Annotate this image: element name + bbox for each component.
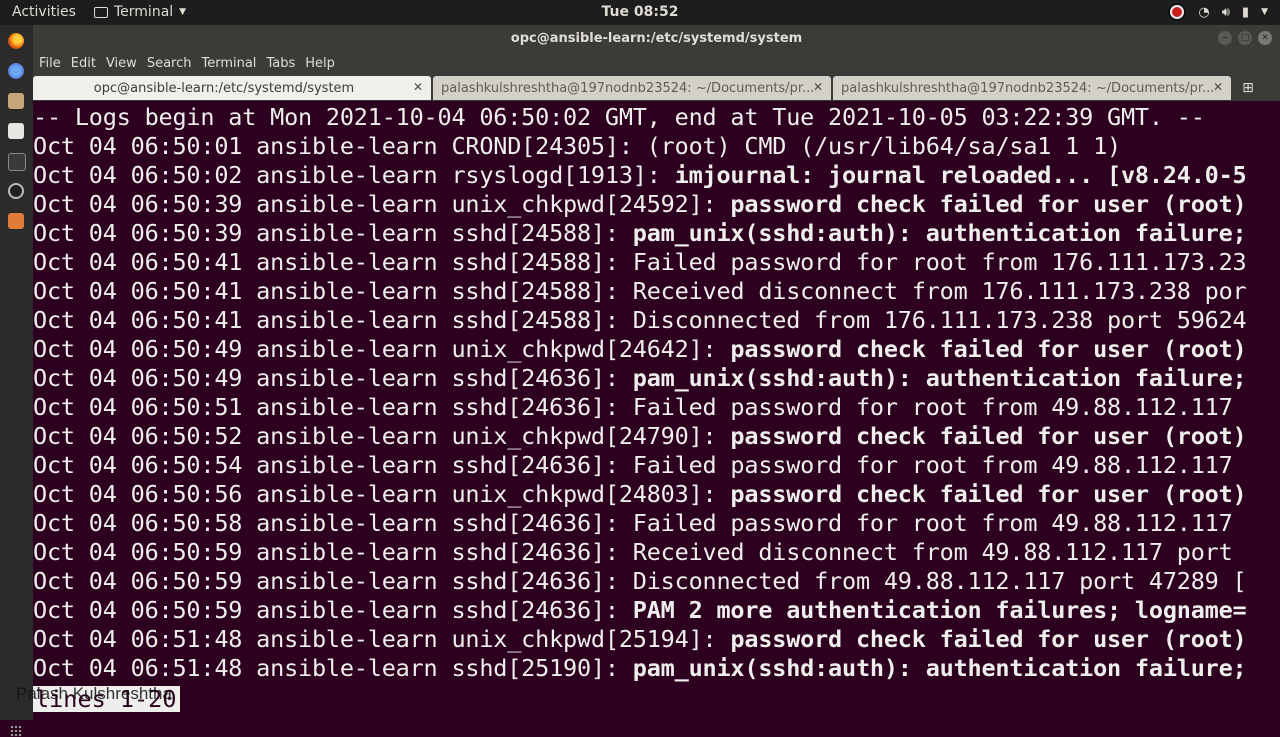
- menu-edit[interactable]: Edit: [71, 56, 96, 71]
- app-menu-label: Terminal: [114, 4, 174, 20]
- wifi-icon: ◔: [1198, 4, 1210, 20]
- tab-label: palashkulshreshtha@197nodnb23524: ~/Docu…: [841, 81, 1215, 96]
- log-line: -- Logs begin at Mon 2021-10-04 06:50:02…: [33, 103, 1205, 131]
- log-line: Oct 04 06:51:48 ansible-learn unix_chkpw…: [33, 625, 1247, 653]
- image-viewer-icon[interactable]: [8, 213, 24, 229]
- log-line: Oct 04 06:50:41 ansible-learn sshd[24588…: [33, 248, 1247, 276]
- top-bar: Activities Terminal ▼ Tue 08:52 ◔ 🔊︎ ▮ ▼: [0, 0, 1280, 25]
- maximize-icon[interactable]: □: [1238, 31, 1252, 45]
- app-menu[interactable]: Terminal ▼: [94, 4, 186, 20]
- menu-file[interactable]: File: [39, 56, 61, 71]
- minimize-icon[interactable]: –: [1218, 31, 1232, 45]
- close-icon[interactable]: ✕: [1213, 80, 1223, 94]
- log-line: Oct 04 06:50:52 ansible-learn unix_chkpw…: [33, 422, 1247, 450]
- close-icon[interactable]: ✕: [1258, 31, 1272, 45]
- tab-2[interactable]: palashkulshreshtha@197nodnb23524: ~/Docu…: [833, 76, 1231, 100]
- chevron-down-icon: ▼: [179, 7, 187, 17]
- thunderbird-icon[interactable]: [8, 63, 24, 79]
- menu-view[interactable]: View: [106, 56, 137, 71]
- chevron-down-icon: ▼: [1261, 7, 1268, 17]
- window-title: opc@ansible-learn:/etc/systemd/system: [510, 31, 803, 46]
- close-icon[interactable]: ✕: [413, 80, 423, 94]
- firefox-icon[interactable]: [8, 33, 24, 49]
- tab-label: palashkulshreshtha@197nodnb23524: ~/Docu…: [441, 81, 815, 96]
- dock: [0, 25, 33, 737]
- obs-icon[interactable]: [8, 183, 24, 199]
- battery-icon: ▮: [1241, 4, 1250, 20]
- new-tab-icon[interactable]: ⊞: [1233, 75, 1263, 101]
- log-line: Oct 04 06:50:59 ansible-learn sshd[24636…: [33, 538, 1233, 566]
- terminal-app-icon: [94, 6, 108, 18]
- text-editor-icon[interactable]: [8, 123, 24, 139]
- log-line: Oct 04 06:50:41 ansible-learn sshd[24588…: [33, 306, 1247, 334]
- tab-0[interactable]: opc@ansible-learn:/etc/systemd/system ✕: [33, 76, 431, 100]
- log-line: Oct 04 06:50:59 ansible-learn sshd[24636…: [33, 567, 1247, 595]
- close-icon[interactable]: ✕: [813, 80, 823, 94]
- log-line: Oct 04 06:50:49 ansible-learn sshd[24636…: [33, 364, 1247, 392]
- tab-label: opc@ansible-learn:/etc/systemd/system: [93, 81, 355, 96]
- menu-search[interactable]: Search: [147, 56, 192, 71]
- log-line: Oct 04 06:50:01 ansible-learn CROND[2430…: [33, 132, 1121, 160]
- tab-bar: opc@ansible-learn:/etc/systemd/system ✕ …: [33, 75, 1280, 101]
- system-tray[interactable]: ◔ 🔊︎ ▮ ▼: [1168, 3, 1268, 21]
- log-line: Oct 04 06:50:51 ansible-learn sshd[24636…: [33, 393, 1233, 421]
- log-line: Oct 04 06:50:58 ansible-learn sshd[24636…: [33, 509, 1233, 537]
- show-applications-icon[interactable]: [10, 725, 22, 737]
- clock[interactable]: Tue 08:52: [0, 4, 1280, 20]
- terminal-icon[interactable]: [8, 153, 26, 171]
- activities-button[interactable]: Activities: [12, 4, 76, 20]
- log-line: Oct 04 06:50:54 ansible-learn sshd[24636…: [33, 451, 1233, 479]
- tab-1[interactable]: palashkulshreshtha@197nodnb23524: ~/Docu…: [433, 76, 831, 100]
- volume-icon: 🔊︎: [1221, 4, 1230, 20]
- log-line: Oct 04 06:50:56 ansible-learn unix_chkpw…: [33, 480, 1247, 508]
- files-icon[interactable]: [8, 93, 24, 109]
- log-line: Oct 04 06:50:59 ansible-learn sshd[24636…: [33, 596, 1247, 624]
- log-line: Oct 04 06:51:48 ansible-learn sshd[25190…: [33, 654, 1247, 682]
- window-titlebar[interactable]: opc@ansible-learn:/etc/systemd/system – …: [33, 25, 1280, 52]
- menu-help[interactable]: Help: [305, 56, 335, 71]
- menu-terminal[interactable]: Terminal: [201, 56, 256, 71]
- log-line: Oct 04 06:50:49 ansible-learn unix_chkpw…: [33, 335, 1247, 363]
- log-line: Oct 04 06:50:02 ansible-learn rsyslogd[1…: [33, 161, 1247, 189]
- watermark: Palash Kulshreshtha: [16, 684, 172, 703]
- terminal-output[interactable]: -- Logs begin at Mon 2021-10-04 06:50:02…: [33, 101, 1280, 720]
- log-line: Oct 04 06:50:39 ansible-learn sshd[24588…: [33, 219, 1247, 247]
- menu-bar: File Edit View Search Terminal Tabs Help: [33, 52, 1280, 75]
- log-line: Oct 04 06:50:41 ansible-learn sshd[24588…: [33, 277, 1247, 305]
- log-line: Oct 04 06:50:39 ansible-learn unix_chkpw…: [33, 190, 1247, 218]
- menu-tabs[interactable]: Tabs: [266, 56, 295, 71]
- obs-record-icon[interactable]: [1168, 3, 1187, 21]
